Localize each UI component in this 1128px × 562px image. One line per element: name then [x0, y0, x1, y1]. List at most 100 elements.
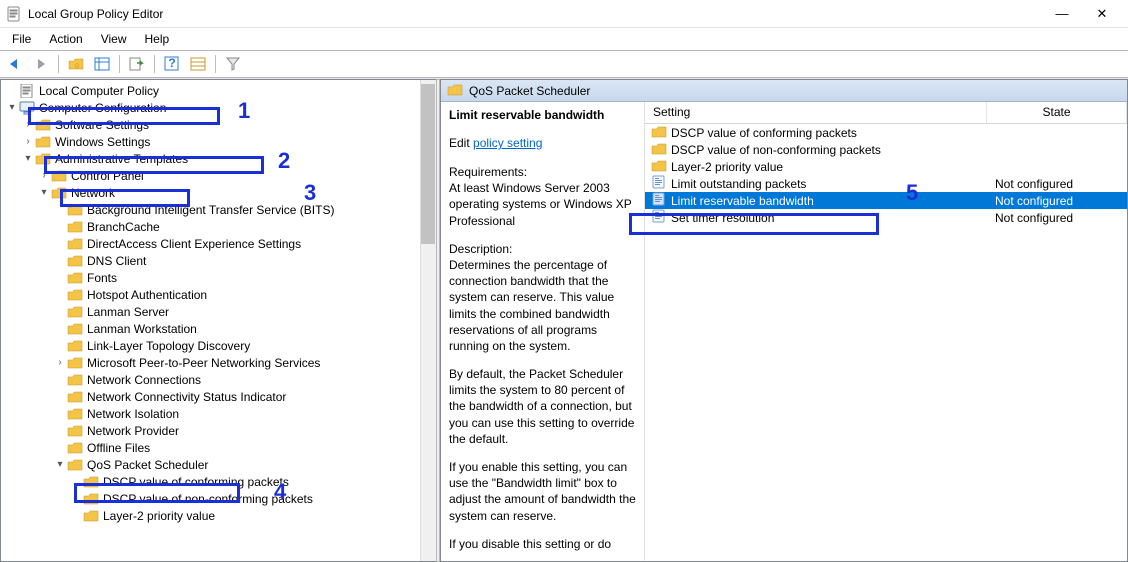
policy-item-icon	[651, 192, 667, 209]
folder-icon	[67, 254, 83, 268]
toolbar: ?	[0, 50, 1128, 78]
tree-label: DirectAccess Client Experience Settings	[87, 237, 301, 251]
tree-network-1[interactable]: BranchCache	[1, 218, 436, 235]
description-pane: Limit reservable bandwidth Edit policy s…	[441, 102, 645, 561]
twisty-icon[interactable]: ▾	[53, 459, 67, 470]
twisty-icon[interactable]: ▾	[21, 153, 35, 164]
policy-item-icon	[651, 209, 667, 226]
folder-icon	[67, 458, 83, 472]
svg-text:?: ?	[168, 56, 175, 70]
twisty-icon[interactable]: ›	[53, 357, 67, 368]
setting-name: Layer-2 priority value	[671, 160, 987, 174]
setting-state: Not configured	[987, 211, 1127, 225]
help-icon[interactable]: ?	[161, 53, 183, 75]
back-icon[interactable]	[4, 53, 26, 75]
tree-label: Background Intelligent Transfer Service …	[87, 203, 334, 217]
tree-network-15[interactable]: ▾QoS Packet Scheduler	[1, 456, 436, 473]
folder-icon	[67, 322, 83, 336]
description-para2: By default, the Packet Scheduler limits …	[449, 366, 636, 447]
tree-scroll-thumb[interactable]	[421, 84, 435, 244]
menu-action[interactable]: Action	[41, 30, 90, 48]
twisty-icon[interactable]: ›	[37, 170, 51, 181]
tree-label: Network Provider	[87, 424, 179, 438]
tree-computer-config[interactable]: ▾Computer Configuration	[1, 99, 436, 116]
tree-network-5[interactable]: Hotspot Authentication	[1, 286, 436, 303]
menu-view[interactable]: View	[93, 30, 135, 48]
menu-file[interactable]: File	[4, 30, 39, 48]
tree-network-8[interactable]: Link-Layer Topology Discovery	[1, 337, 436, 354]
tree-network-13[interactable]: Network Provider	[1, 422, 436, 439]
folder-icon	[83, 475, 99, 489]
setting-name: Limit reservable bandwidth	[671, 194, 987, 208]
toolbar-sep	[58, 55, 59, 73]
tree-network-7[interactable]: Lanman Workstation	[1, 320, 436, 337]
setting-name: Limit outstanding packets	[671, 177, 987, 191]
description-label: Description:	[449, 242, 512, 256]
tree-network-6[interactable]: Lanman Server	[1, 303, 436, 320]
tree-label: Link-Layer Topology Discovery	[87, 339, 250, 353]
selected-policy-title: Limit reservable bandwidth	[449, 108, 636, 122]
tree-control-panel[interactable]: ›Control Panel	[1, 167, 436, 184]
tree-network-4[interactable]: Fonts	[1, 269, 436, 286]
col-state[interactable]: State	[987, 102, 1127, 123]
forward-icon[interactable]	[30, 53, 52, 75]
twisty-icon[interactable]: ›	[21, 136, 35, 147]
twisty-icon[interactable]: ▾	[37, 187, 51, 198]
tree-label: BranchCache	[87, 220, 160, 234]
tree-qos-2[interactable]: Layer-2 priority value	[1, 507, 436, 524]
tree-label: Lanman Server	[87, 305, 169, 319]
close-button[interactable]: ✕	[1082, 6, 1122, 22]
tree-label: Fonts	[87, 271, 117, 285]
tree-label: Lanman Workstation	[87, 322, 197, 336]
tree-root[interactable]: Local Computer Policy	[1, 82, 436, 99]
tree-label: DNS Client	[87, 254, 146, 268]
up-folder-icon[interactable]	[65, 53, 87, 75]
description-para4: If you disable this setting or do	[449, 536, 636, 552]
tree-qos-0[interactable]: DSCP value of conforming packets	[1, 473, 436, 490]
tree-scrollbar[interactable]	[420, 80, 436, 561]
list-row[interactable]: Set timer resolutionNot configured	[645, 209, 1127, 226]
details-header-text: QoS Packet Scheduler	[469, 84, 590, 98]
filter-icon[interactable]	[222, 53, 244, 75]
toolbar-sep	[154, 55, 155, 73]
twisty-icon[interactable]: ▾	[5, 102, 19, 113]
tree-network-3[interactable]: DNS Client	[1, 252, 436, 269]
tree-network-0[interactable]: Background Intelligent Transfer Service …	[1, 201, 436, 218]
tree-admin-templates[interactable]: ▾Administrative Templates	[1, 150, 436, 167]
edit-policy-link[interactable]: policy setting	[473, 136, 542, 150]
tree-software-settings[interactable]: › Software Settings	[1, 116, 436, 133]
edit-line: Edit policy setting	[449, 136, 636, 150]
list-row[interactable]: Limit reservable bandwidthNot configured	[645, 192, 1127, 209]
toolbar-sep	[215, 55, 216, 73]
list-row[interactable]: Limit outstanding packetsNot configured	[645, 175, 1127, 192]
tree-network-10[interactable]: Network Connections	[1, 371, 436, 388]
tree-network-14[interactable]: Offline Files	[1, 439, 436, 456]
tree-label: Network Connectivity Status Indicator	[87, 390, 286, 404]
minimize-button[interactable]: —	[1042, 6, 1082, 21]
tree-label: Network Connections	[87, 373, 201, 387]
tree-windows-settings[interactable]: ›Windows Settings	[1, 133, 436, 150]
tree-label: Software Settings	[55, 118, 149, 132]
titlebar: Local Group Policy Editor — ✕	[0, 0, 1128, 28]
export-icon[interactable]	[126, 53, 148, 75]
tree-network-9[interactable]: ›Microsoft Peer-to-Peer Networking Servi…	[1, 354, 436, 371]
tree-qos-1[interactable]: DSCP value of non-conforming packets	[1, 490, 436, 507]
tree-network-2[interactable]: DirectAccess Client Experience Settings	[1, 235, 436, 252]
tree-network[interactable]: ▾Network	[1, 184, 436, 201]
description-text: Determines the percentage of connection …	[449, 258, 614, 353]
tree-label: DSCP value of non-conforming packets	[103, 492, 313, 506]
grid-view-icon[interactable]	[91, 53, 113, 75]
list-row[interactable]: DSCP value of non-conforming packets	[645, 141, 1127, 158]
col-setting[interactable]: Setting	[645, 102, 987, 123]
twisty-icon[interactable]: ›	[21, 119, 35, 130]
setting-state: Not configured	[987, 194, 1127, 208]
requirements-label: Requirements:	[449, 165, 527, 179]
tree-network-12[interactable]: Network Isolation	[1, 405, 436, 422]
list-view-icon[interactable]	[187, 53, 209, 75]
folder-icon	[35, 152, 51, 166]
list-row[interactable]: DSCP value of conforming packets	[645, 124, 1127, 141]
list-row[interactable]: Layer-2 priority value	[645, 158, 1127, 175]
tree-network-11[interactable]: Network Connectivity Status Indicator	[1, 388, 436, 405]
folder-icon	[83, 509, 99, 523]
menu-help[interactable]: Help	[137, 30, 178, 48]
